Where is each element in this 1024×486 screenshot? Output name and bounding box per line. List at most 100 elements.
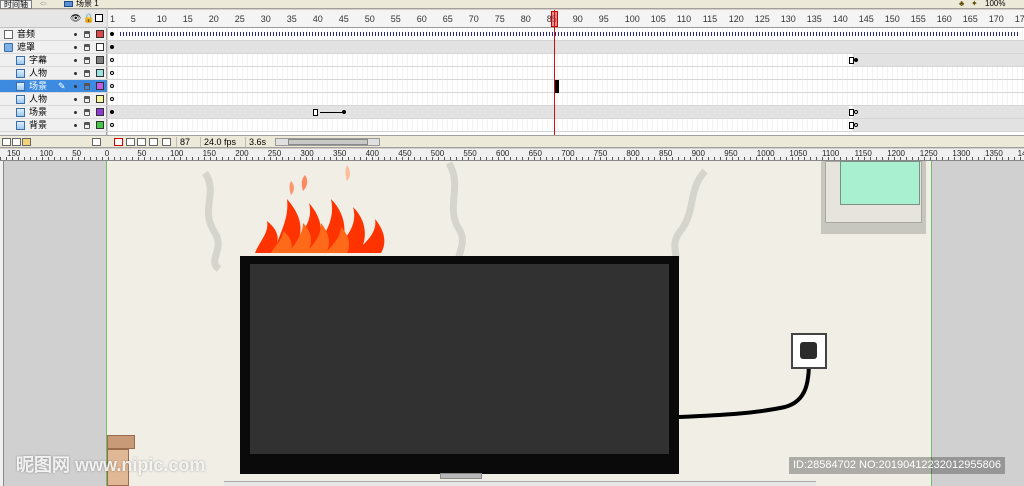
keyframe[interactable] xyxy=(110,58,114,62)
frame-row[interactable] xyxy=(108,54,1024,67)
modify-markers-icon[interactable] xyxy=(162,138,171,146)
lock-toggle[interactable] xyxy=(84,83,90,90)
scene-breadcrumb[interactable]: 场景 1 xyxy=(76,0,99,8)
layer-icon xyxy=(16,69,25,78)
lock-toggle[interactable] xyxy=(84,96,90,103)
keyframe[interactable] xyxy=(110,71,114,75)
outline-color-swatch[interactable] xyxy=(96,82,104,90)
visibility-toggle[interactable] xyxy=(74,85,77,88)
frame-number: 125 xyxy=(754,14,770,24)
frame-number: 160 xyxy=(936,14,952,24)
layer-row[interactable]: 人物 xyxy=(0,93,107,106)
timeline-toggle-button[interactable]: 时间轴 xyxy=(0,0,32,9)
lock-toggle[interactable] xyxy=(84,109,90,116)
frame-number: 45 xyxy=(338,14,349,24)
watermark-id: ID:28584702 NO:20190412232012955806 xyxy=(789,457,1005,474)
edit-scene-icon[interactable]: ♣ xyxy=(959,0,969,8)
edit-multiple-frames-icon[interactable] xyxy=(149,138,158,146)
layer-name[interactable]: 音频 xyxy=(17,29,35,40)
frame-row[interactable] xyxy=(108,119,1024,132)
layer-row[interactable]: 人物 xyxy=(0,67,107,80)
center-frame-icon[interactable] xyxy=(114,138,123,146)
layer-icon xyxy=(16,121,25,130)
outline-color-swatch[interactable] xyxy=(96,108,104,116)
layer-name[interactable]: 场景 xyxy=(29,107,47,118)
outline-color-swatch[interactable] xyxy=(96,30,104,38)
zoom-select[interactable]: 100% xyxy=(985,0,1005,8)
layer-row[interactable]: 字幕 xyxy=(0,54,107,67)
keyframe[interactable] xyxy=(110,84,114,88)
layer-name[interactable]: 人物 xyxy=(29,94,47,105)
frame-number: 30 xyxy=(260,14,271,24)
frame-row[interactable] xyxy=(108,41,1024,54)
onion-outline-icon[interactable] xyxy=(137,138,146,146)
tween-start[interactable] xyxy=(313,109,318,116)
frame-rate[interactable]: 24.0 fps xyxy=(200,137,239,147)
keyframe[interactable] xyxy=(854,123,858,127)
frame-row[interactable] xyxy=(108,28,1024,41)
frame-number: 70 xyxy=(468,14,479,24)
motion-tween[interactable] xyxy=(320,112,342,113)
add-guide-icon[interactable] xyxy=(12,138,21,146)
edit-symbol-icon[interactable]: ✦ xyxy=(971,0,981,8)
layer-name[interactable]: 背景 xyxy=(29,120,47,131)
layer-row[interactable]: 场景 xyxy=(0,106,107,119)
layer-name[interactable]: 场景 xyxy=(29,81,47,92)
eye-icon[interactable]: 👁 xyxy=(70,14,81,23)
layer-row[interactable]: 音频 xyxy=(0,28,107,41)
delete-layer-icon[interactable] xyxy=(92,138,101,146)
lock-toggle[interactable] xyxy=(84,44,90,51)
layer-name[interactable]: 遮罩 xyxy=(17,42,35,53)
outline-color-swatch[interactable] xyxy=(96,69,104,77)
lock-toggle[interactable] xyxy=(84,70,90,77)
stage[interactable] xyxy=(106,161,932,486)
timeline-scroll-thumb[interactable] xyxy=(288,139,368,145)
add-layer-icon[interactable] xyxy=(2,138,11,146)
frame-row[interactable] xyxy=(108,93,1024,106)
frame-number: 115 xyxy=(702,14,718,24)
visibility-toggle[interactable] xyxy=(74,59,77,62)
outline-color-swatch[interactable] xyxy=(96,95,104,103)
onion-skin-icon[interactable] xyxy=(126,138,135,146)
keyframe[interactable] xyxy=(854,58,858,62)
layer-row[interactable]: 场景 ✎ xyxy=(0,80,107,93)
layer-row[interactable]: 背景 xyxy=(0,119,107,132)
add-folder-icon[interactable] xyxy=(22,138,31,146)
keyframe[interactable] xyxy=(854,110,858,114)
lock-toggle[interactable] xyxy=(84,122,90,129)
frame-ruler[interactable]: 1510152025303540455055606570758085909510… xyxy=(108,10,1024,28)
frame-number: 175 xyxy=(1014,14,1024,24)
visibility-toggle[interactable] xyxy=(74,111,77,114)
timeline-frames[interactable]: 1510152025303540455055606570758085909510… xyxy=(108,10,1024,135)
timeline-scrollbar[interactable] xyxy=(275,138,380,146)
lock-icon[interactable]: 🔒 xyxy=(83,14,94,23)
frame-row[interactable] xyxy=(108,106,1024,119)
keyframe[interactable] xyxy=(342,110,346,114)
outline-color-swatch[interactable] xyxy=(96,43,104,51)
mask-layer-icon xyxy=(4,43,13,52)
keyframe[interactable] xyxy=(110,97,114,101)
visibility-toggle[interactable] xyxy=(74,72,77,75)
playhead-line xyxy=(554,10,555,135)
lock-toggle[interactable] xyxy=(84,57,90,64)
stage-scrollbar[interactable] xyxy=(224,481,816,486)
keyframe[interactable] xyxy=(110,45,114,49)
outline-color-swatch[interactable] xyxy=(96,121,104,129)
visibility-toggle[interactable] xyxy=(74,98,77,101)
layer-row[interactable]: 遮罩 xyxy=(0,41,107,54)
outline-icon[interactable] xyxy=(95,14,103,22)
visibility-toggle[interactable] xyxy=(74,46,77,49)
outline-color-swatch[interactable] xyxy=(96,56,104,64)
keyframe[interactable] xyxy=(110,32,114,36)
lock-toggle[interactable] xyxy=(84,31,90,38)
keyframe[interactable] xyxy=(110,110,114,114)
back-arrow-icon[interactable]: ⇦ xyxy=(40,0,47,8)
layer-name[interactable]: 人物 xyxy=(29,68,47,79)
visibility-toggle[interactable] xyxy=(74,124,77,127)
visibility-toggle[interactable] xyxy=(74,33,77,36)
keyframe[interactable] xyxy=(110,123,114,127)
layer-name[interactable]: 字幕 xyxy=(29,55,47,66)
frame-row[interactable] xyxy=(108,80,1024,93)
frame-number: 170 xyxy=(988,14,1004,24)
frame-row[interactable] xyxy=(108,67,1024,80)
